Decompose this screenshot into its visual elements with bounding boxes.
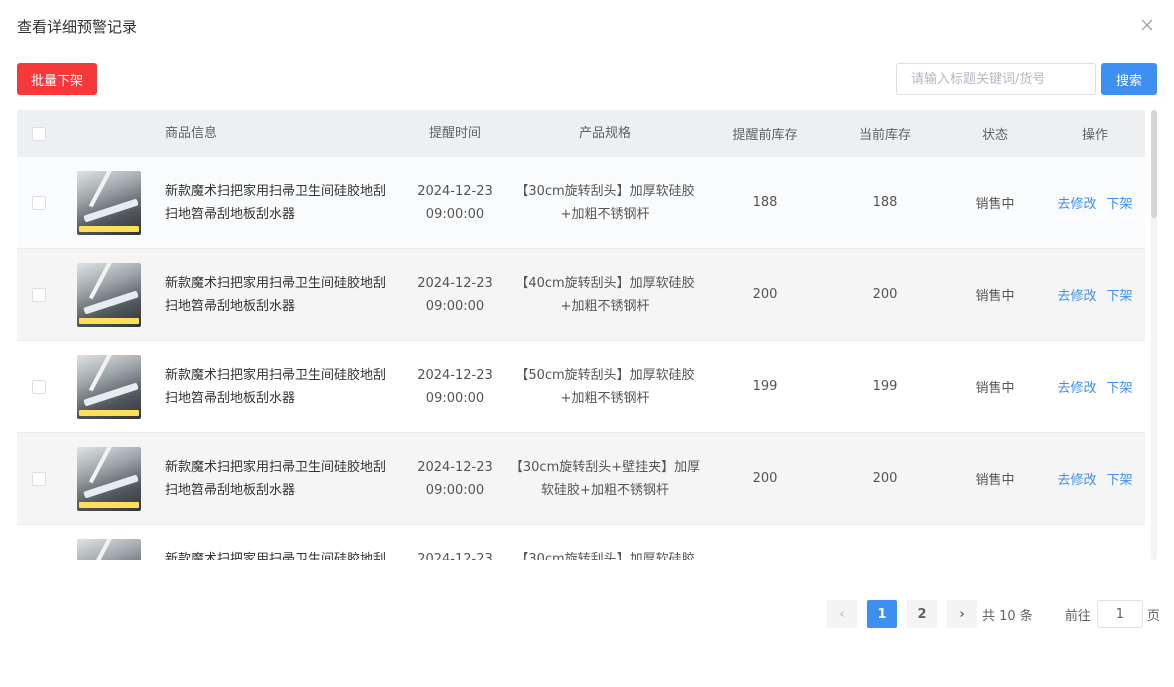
product-thumbnail[interactable] (77, 354, 141, 419)
pagination: ‹ 1 2 › 共 10 条 前往 页 (827, 600, 1160, 628)
product-spec: 【40cm旋转刮头】加厚软硅胶+加粗不锈钢杆 (515, 275, 695, 314)
edit-link[interactable]: 去修改 (1057, 197, 1096, 212)
header-current-stock: 当前库存 (858, 128, 911, 143)
header-info: 商品信息 (165, 126, 218, 141)
remind-date: 2024-12-23 (417, 367, 493, 383)
remind-clock: 09:00:00 (425, 298, 485, 314)
close-icon[interactable] (1140, 18, 1154, 32)
goto-prefix: 前往 (1064, 608, 1091, 624)
product-spec: 【30cm旋转刮头+壁挂夹】加厚软硅胶+加粗不锈钢杆 (509, 459, 701, 498)
status-text: 销售中 (975, 289, 1015, 304)
remind-time: 2024-12-23 09:00:00 (405, 364, 505, 410)
remind-date: 2024-12-23 (417, 459, 493, 475)
header-spec: 产品规格 (578, 126, 631, 141)
remind-time: 2024-12-23 09:00:00 (405, 272, 505, 318)
current-stock: 199 (872, 379, 898, 394)
product-thumbnail[interactable] (77, 262, 141, 327)
delist-link[interactable]: 下架 (1107, 473, 1133, 488)
product-title: 新款魔术扫把家用扫帚卫生间硅胶地刮扫地笤帚刮地板刮水器 (165, 551, 387, 561)
row-actions: 去修改 下架 (1045, 377, 1145, 396)
product-title: 新款魔术扫把家用扫帚卫生间硅胶地刮扫地笤帚刮地板刮水器 (165, 275, 387, 314)
search-button[interactable]: 搜索 (1101, 63, 1157, 95)
current-stock: 200 (872, 471, 898, 486)
search-input[interactable] (896, 63, 1096, 95)
remind-time: 2024-12-23 09:00:00 (405, 456, 505, 502)
product-thumbnail[interactable] (77, 446, 141, 511)
status-text: 销售中 (975, 197, 1015, 212)
table-row: 新款魔术扫把家用扫帚卫生间硅胶地刮扫地笤帚刮地板刮水器 2024-12-23 09:… (17, 433, 1145, 525)
remind-date: 2024-12-23 (417, 551, 493, 561)
row-checkbox[interactable] (32, 471, 46, 486)
status-text: 销售中 (975, 381, 1015, 396)
remind-clock: 09:00:00 (425, 206, 485, 222)
row-actions: 去修改 下架 (1045, 285, 1145, 304)
delist-link[interactable]: 下架 (1107, 197, 1133, 212)
product-spec: 【30cm旋转刮头】加厚软硅胶+加粗不锈钢杆 (515, 551, 695, 561)
product-title: 新款魔术扫把家用扫帚卫生间硅胶地刮扫地笤帚刮地板刮水器 (165, 183, 387, 222)
scrollbar-thumb[interactable] (1151, 110, 1157, 218)
chevron-right-icon[interactable]: › (947, 600, 977, 628)
current-stock: 200 (872, 287, 898, 302)
header-before-stock: 提醒前库存 (732, 128, 798, 143)
edit-link[interactable]: 去修改 (1057, 381, 1096, 396)
product-spec: 【30cm旋转刮头】加厚软硅胶+加粗不锈钢杆 (515, 183, 695, 222)
table-row: 新款魔术扫把家用扫帚卫生间硅胶地刮扫地笤帚刮地板刮水器 2024-12-23 09:… (17, 341, 1145, 433)
row-checkbox[interactable] (32, 379, 46, 394)
chevron-left-icon[interactable]: ‹ (827, 600, 857, 628)
before-stock: 188 (752, 195, 778, 210)
page-1-button[interactable]: 1 (867, 600, 897, 628)
table-row: 新款魔术扫把家用扫帚卫生间硅胶地刮扫地笤帚刮地板刮水器 2024-12-23 09:… (17, 157, 1145, 249)
remind-clock: 09:00:00 (425, 390, 485, 406)
batch-delist-button[interactable]: 批量下架 (17, 63, 97, 95)
delist-link[interactable]: 下架 (1107, 381, 1133, 396)
remind-date: 2024-12-23 (417, 275, 493, 291)
select-all-checkbox[interactable] (32, 126, 46, 141)
table-row: 新款魔术扫把家用扫帚卫生间硅胶地刮扫地笤帚刮地板刮水器 2024-12-2309:… (17, 525, 1145, 560)
row-checkbox[interactable] (32, 195, 46, 210)
before-stock: 200 (752, 471, 778, 486)
dialog-title: 查看详细预警记录 (17, 18, 138, 36)
remind-time: 2024-12-2309:00:00 (405, 548, 505, 561)
edit-link[interactable]: 去修改 (1057, 289, 1096, 304)
total-count: 共 10 条 (982, 608, 1033, 624)
edit-link[interactable]: 去修改 (1057, 473, 1096, 488)
remind-date: 2024-12-23 (417, 183, 493, 199)
table-row: 新款魔术扫把家用扫帚卫生间硅胶地刮扫地笤帚刮地板刮水器 2024-12-23 09:… (17, 249, 1145, 341)
before-stock: 200 (752, 287, 778, 302)
status-text: 销售中 (975, 473, 1015, 488)
product-title: 新款魔术扫把家用扫帚卫生间硅胶地刮扫地笤帚刮地板刮水器 (165, 367, 387, 406)
product-title: 新款魔术扫把家用扫帚卫生间硅胶地刮扫地笤帚刮地板刮水器 (165, 459, 387, 498)
product-spec: 【50cm旋转刮头】加厚软硅胶+加粗不锈钢杆 (515, 367, 695, 406)
header-status: 状态 (981, 128, 1008, 143)
goto-suffix: 页 (1146, 608, 1160, 624)
goto-page-input[interactable] (1096, 600, 1143, 628)
table-scrollbar[interactable] (1151, 110, 1157, 560)
row-actions: 去修改 下架 (1045, 193, 1145, 212)
remind-time: 2024-12-23 09:00:00 (405, 180, 505, 226)
row-checkbox[interactable] (32, 287, 46, 302)
current-stock: 188 (872, 195, 898, 210)
header-time: 提醒时间 (428, 126, 481, 141)
product-thumbnail[interactable] (77, 170, 141, 235)
page-2-button[interactable]: 2 (907, 600, 937, 628)
remind-clock: 09:00:00 (425, 482, 485, 498)
before-stock: 199 (752, 379, 778, 394)
table-header: 商品信息 提醒时间 产品规格 提醒前库存 当前库存 状态 操作 (17, 110, 1145, 157)
delist-link[interactable]: 下架 (1107, 289, 1133, 304)
row-actions: 去修改 下架 (1045, 469, 1145, 488)
warning-table: 商品信息 提醒时间 产品规格 提醒前库存 当前库存 状态 操作 新款魔术扫把家用… (17, 110, 1145, 560)
header-ops: 操作 (1081, 128, 1108, 143)
product-thumbnail[interactable] (77, 538, 141, 560)
